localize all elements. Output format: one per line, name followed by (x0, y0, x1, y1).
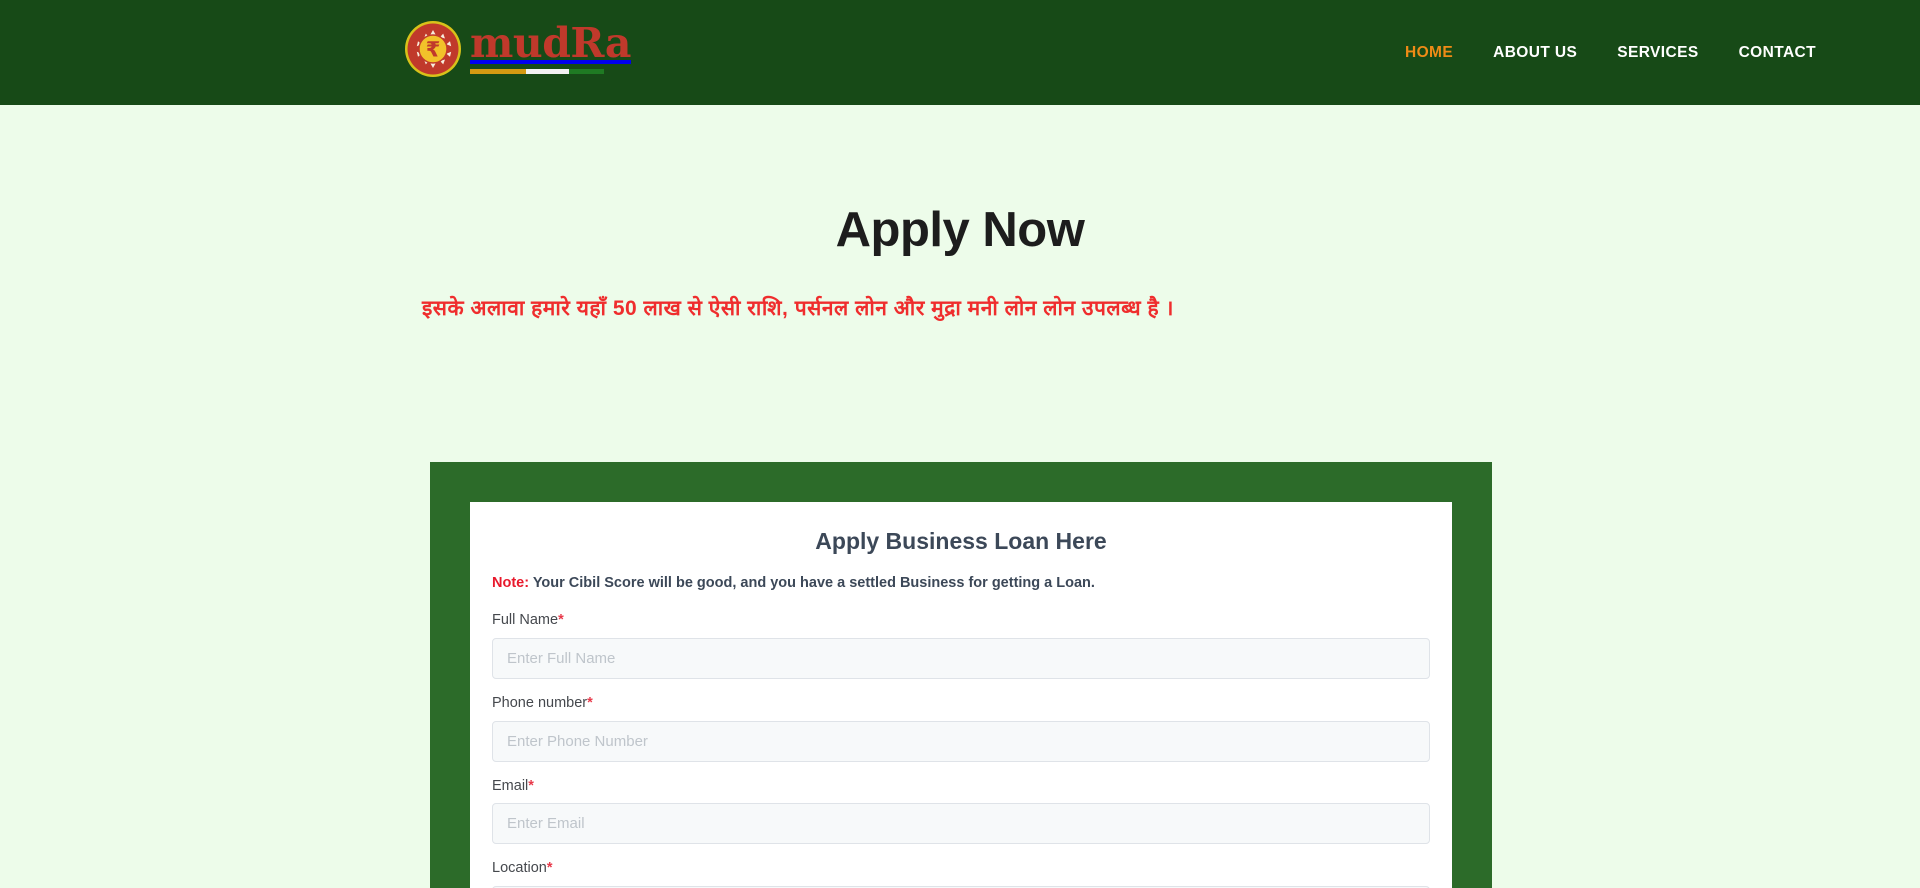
loan-application-card: Apply Business Loan Here Note: Your Cibi… (470, 502, 1452, 888)
brand-logo[interactable]: ₹ mudRa (404, 18, 631, 86)
form-note-flag: Note: (492, 574, 530, 591)
nav-item-home[interactable]: HOME (1385, 44, 1473, 62)
rupee-coin-emblem-icon: ₹ (404, 20, 462, 78)
brand-wordmark: mudRa (470, 18, 631, 74)
svg-text:₹: ₹ (426, 38, 441, 62)
nav-item-contact[interactable]: CONTACT (1719, 44, 1836, 62)
full-name-input[interactable] (492, 638, 1430, 679)
marquee-text: इसके अलावा हमारे यहाँ 50 लाख से ऐसी राशि… (422, 297, 1174, 320)
form-heading: Apply Business Loan Here (815, 528, 1107, 554)
loan-application-panel: Apply Business Loan Here Note: Your Cibi… (430, 462, 1492, 888)
field-group-email: Email* (492, 777, 1430, 845)
page-body: Apply Now इसके अलावा हमारे यहाँ 50 लाख स… (0, 105, 1920, 888)
field-label-email: Email* (492, 777, 1430, 797)
field-label-location: Location* (492, 859, 1430, 879)
field-group-location: Location* (492, 859, 1430, 888)
required-marker: * (528, 777, 534, 794)
required-marker: * (558, 612, 564, 629)
rule-segment-green (569, 69, 604, 74)
brand-tricolor-rule (470, 69, 604, 74)
page-title: Apply Now (835, 203, 1085, 257)
required-marker: * (587, 695, 593, 711)
field-label-text: Email (492, 777, 529, 794)
brand-name: mudRa (470, 19, 631, 67)
site-header: ₹ mudRa HOME ABOUT US SERVICES CONTACT (0, 0, 1920, 105)
form-note-text: Your Cibil Score will be good, and you h… (529, 574, 1095, 591)
field-group-full-name: Full Name* (492, 611, 1430, 679)
form-note: Note: Your Cibil Score will be good, and… (492, 574, 1430, 593)
field-label-text: Phone number (492, 695, 588, 711)
field-group-phone-number: Phone number* (492, 694, 1430, 762)
field-label-phone-number: Phone number* (492, 694, 1430, 714)
rule-segment-saffron (470, 69, 527, 74)
field-label-full-name: Full Name* (492, 611, 1430, 631)
rule-segment-white (526, 69, 570, 74)
announcement-marquee: इसके अलावा हमारे यहाँ 50 लाख से ऐसी राशि… (0, 292, 1920, 326)
required-marker: * (546, 860, 553, 877)
field-label-text: Location (492, 860, 547, 877)
main-navigation: HOME ABOUT US SERVICES CONTACT (1385, 0, 1836, 105)
nav-item-about-us[interactable]: ABOUT US (1473, 44, 1597, 62)
nav-item-services[interactable]: SERVICES (1597, 44, 1718, 62)
phone-number-input[interactable] (492, 720, 1430, 762)
email-input[interactable] (492, 803, 1430, 845)
field-label-text: Full Name (492, 612, 559, 629)
